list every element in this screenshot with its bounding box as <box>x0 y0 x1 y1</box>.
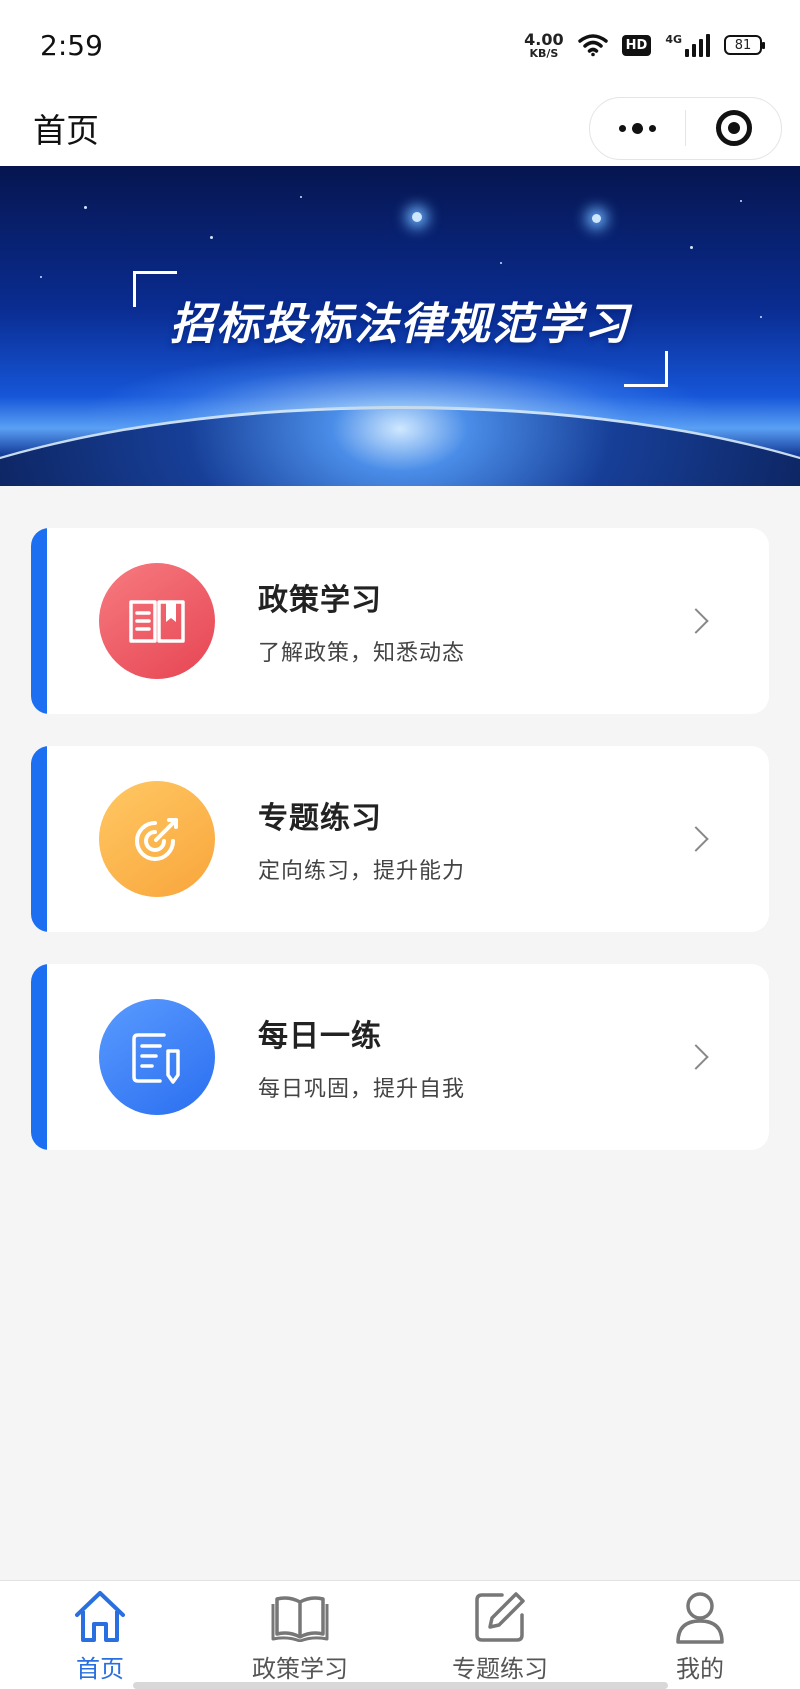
banner-star <box>740 200 742 202</box>
card-texts: 专题练习 定向练习，提升能力 <box>258 793 687 885</box>
chevron-right-icon <box>683 826 709 852</box>
status-time: 2:59 <box>40 28 103 62</box>
card-accent-bar <box>31 746 47 932</box>
mini-program-capsule <box>589 96 782 160</box>
close-mini-program-button[interactable] <box>686 110 781 146</box>
tab-topic-practice[interactable]: 专题练习 <box>400 1581 600 1689</box>
banner-star <box>412 212 422 222</box>
network-type: 4G <box>665 33 682 46</box>
net-speed-value: 4.00 <box>524 29 564 49</box>
card-icon-circle <box>99 781 215 897</box>
banner-bracket-bottom-right <box>624 351 668 387</box>
tab-icon <box>70 1587 130 1647</box>
banner-star <box>690 246 693 249</box>
net-speed: 4.00 KB/S <box>524 29 564 60</box>
card-policy-study[interactable]: 政策学习 了解政策，知悉动态 <box>31 528 769 714</box>
banner-title: 招标投标法律规范学习 <box>170 299 630 350</box>
banner-star <box>84 206 87 209</box>
banner-star <box>500 262 502 264</box>
status-icons: 4.00 KB/S HD 4G 81 <box>524 29 765 60</box>
banner-star <box>592 214 601 223</box>
signal-icon: 4G <box>665 33 710 57</box>
banner[interactable]: 招标投标法律规范学习 <box>0 166 800 486</box>
card-title: 政策学习 <box>258 583 382 618</box>
wifi-icon <box>577 34 608 57</box>
card-icon-circle <box>99 563 215 679</box>
battery-icon: 81 <box>724 35 765 55</box>
battery-level: 81 <box>734 37 752 53</box>
more-button[interactable] <box>590 122 685 134</box>
edit-icon <box>475 1592 525 1642</box>
card-texts: 每日一练 每日巩固，提升自我 <box>258 1011 687 1103</box>
note-edit-icon <box>132 1033 180 1084</box>
card-subtitle: 定向练习，提升能力 <box>258 859 466 884</box>
card-subtitle: 了解政策，知悉动态 <box>258 641 466 666</box>
tab-label: 专题练习 <box>452 1655 548 1683</box>
page-title: 首页 <box>33 111 99 150</box>
card-topic-practice[interactable]: 专题练习 定向练习，提升能力 <box>31 746 769 932</box>
more-dot-icon <box>649 124 656 132</box>
book-icon <box>271 1596 329 1642</box>
tab-policy-study[interactable]: 政策学习 <box>200 1581 400 1689</box>
card-accent-bar <box>31 964 47 1150</box>
banner-star <box>300 196 302 198</box>
tab-label: 首页 <box>76 1655 124 1683</box>
tab-mine[interactable]: 我的 <box>600 1581 800 1689</box>
card-title: 专题练习 <box>258 801 382 836</box>
net-speed-unit: KB/S <box>529 46 559 60</box>
card-accent-bar <box>31 528 47 714</box>
chevron-right-icon <box>683 1044 709 1070</box>
page: 2:59 4.00 KB/S HD 4G 81 首页 招标投标法律规范学习 政策… <box>0 0 800 1689</box>
card-icon-circle <box>99 999 215 1115</box>
tab-home[interactable]: 首页 <box>0 1581 200 1689</box>
feature-card-list: 政策学习 了解政策，知悉动态 专题练习 定向练习，提升能力 每日一练 每日巩固，… <box>31 528 769 1182</box>
target-icon <box>135 818 178 861</box>
target-circle-icon <box>715 110 752 146</box>
chevron-right-icon <box>683 608 709 634</box>
tab-bar: 首页 政策学习 专题练习 我的 <box>0 1580 800 1689</box>
hd-badge: HD <box>621 34 652 56</box>
card-title: 每日一练 <box>258 1019 382 1054</box>
tab-icon <box>270 1587 330 1647</box>
home-indicator <box>133 1682 668 1689</box>
home-icon <box>75 1591 125 1642</box>
card-texts: 政策学习 了解政策，知悉动态 <box>258 575 687 667</box>
nav-bar: 首页 <box>0 90 800 166</box>
tab-icon <box>470 1587 530 1647</box>
status-bar: 2:59 4.00 KB/S HD 4G 81 <box>0 0 800 90</box>
banner-star <box>40 276 42 278</box>
tab-label: 我的 <box>676 1655 724 1683</box>
book-icon <box>129 600 185 643</box>
tab-icon <box>670 1587 730 1647</box>
card-subtitle: 每日巩固，提升自我 <box>258 1077 466 1102</box>
more-dot-icon <box>619 124 626 132</box>
card-daily-practice[interactable]: 每日一练 每日巩固，提升自我 <box>31 964 769 1150</box>
banner-star <box>210 236 213 239</box>
user-icon <box>676 1592 724 1644</box>
more-dot-icon <box>632 122 643 134</box>
tab-label: 政策学习 <box>252 1655 348 1683</box>
